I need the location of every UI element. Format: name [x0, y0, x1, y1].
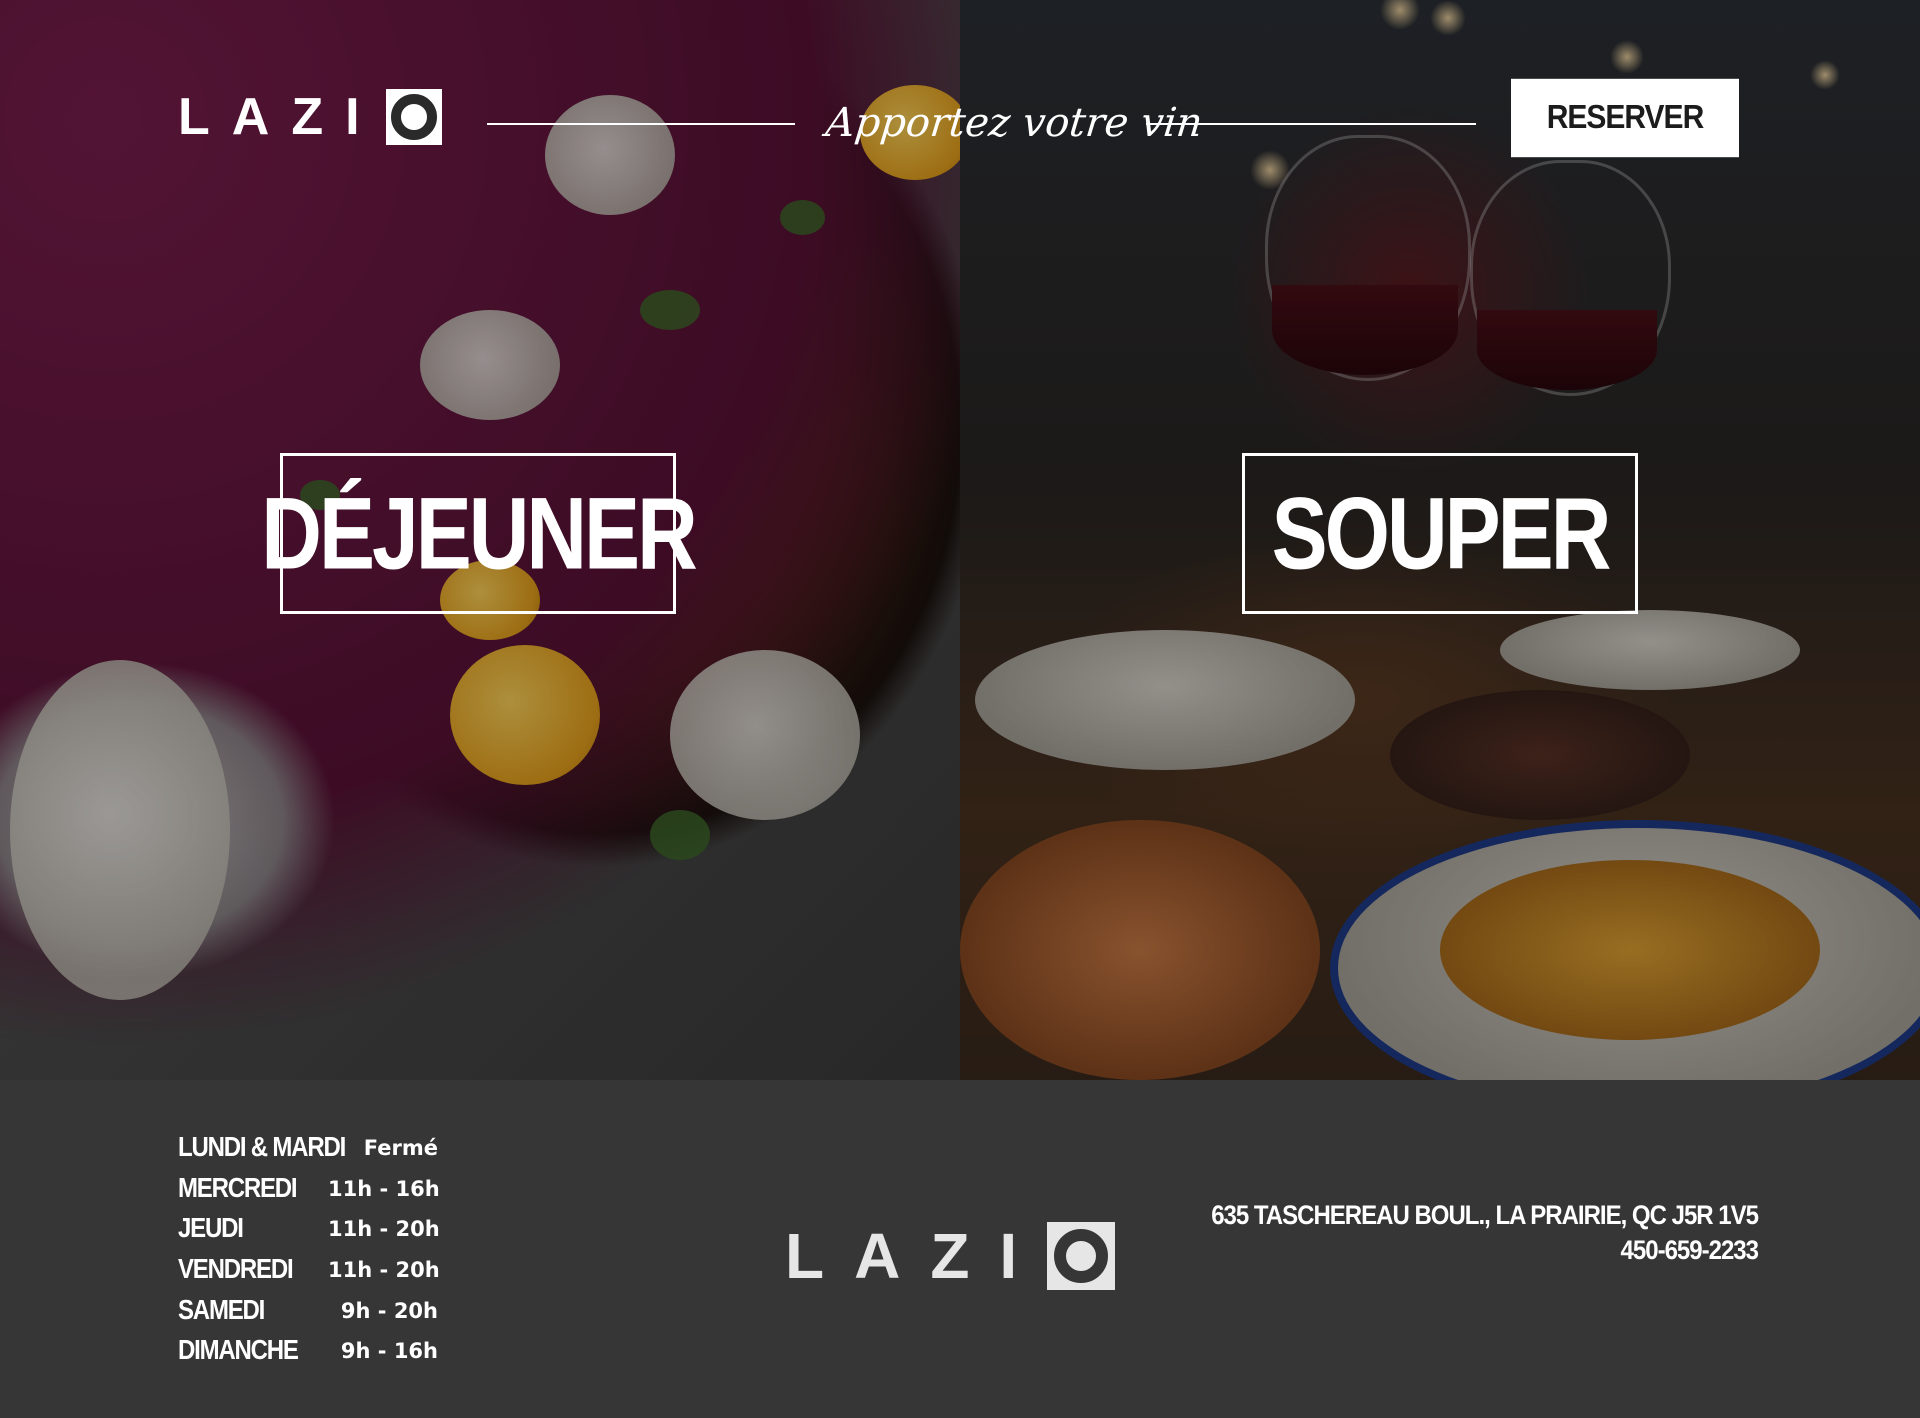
day-label: VENDREDI: [178, 1253, 294, 1286]
hours-row: SAMEDI 9h - 20h: [178, 1290, 438, 1331]
opening-hours: LUNDI & MARDI Fermé MERCREDI 11h - 16h J…: [178, 1128, 440, 1372]
footer: LUNDI & MARDI Fermé MERCREDI 11h - 16h J…: [0, 1080, 1920, 1418]
header-divider-right: [1146, 123, 1476, 125]
souper-link[interactable]: SOUPER: [1242, 453, 1638, 614]
dejeuner-link[interactable]: DÉJEUNER: [261, 453, 698, 614]
logo-text: LAZI: [785, 1220, 1048, 1292]
header-logo[interactable]: LAZI: [178, 88, 442, 146]
day-label: LUNDI & MARDI: [178, 1132, 346, 1164]
hours-row: LUNDI & MARDI Fermé: [178, 1128, 438, 1169]
time-label: 11h - 16h: [328, 1176, 440, 1201]
hours-row: JEUDI 11h - 20h: [178, 1209, 440, 1250]
day-label: DIMANCHE: [178, 1335, 299, 1367]
address[interactable]: 635 TASCHEREAU BOUL., LA PRAIRIE, QC J5R…: [1211, 1196, 1759, 1235]
reserve-button[interactable]: RESERVER: [1511, 78, 1739, 158]
hero: LAZI Apportez votre vin RESERVER DÉJEUNE…: [0, 0, 1920, 1080]
logo-mark-icon: [385, 89, 442, 145]
dejeuner-label: DÉJEUNER: [261, 475, 697, 591]
logo-mark-icon: [1047, 1222, 1116, 1290]
contact-info: 635 TASCHEREAU BOUL., LA PRAIRIE, QC J5R…: [1211, 1196, 1759, 1270]
souper-label: SOUPER: [1271, 475, 1612, 591]
logo-text: LAZI: [178, 88, 382, 146]
hours-row: VENDREDI 11h - 20h: [178, 1250, 440, 1291]
header-divider-left: [487, 123, 795, 125]
hours-row: DIMANCHE 9h - 16h: [178, 1331, 438, 1372]
tagline: Apportez votre vin: [823, 100, 1205, 146]
day-label: MERCREDI: [178, 1172, 298, 1204]
time-label: 11h - 20h: [328, 1258, 440, 1283]
time-label: 9h - 16h: [340, 1339, 438, 1364]
day-label: SAMEDI: [178, 1294, 265, 1326]
time-label: 9h - 20h: [340, 1298, 438, 1323]
footer-logo[interactable]: LAZI: [785, 1220, 1116, 1292]
hours-row: MERCREDI 11h - 16h: [178, 1169, 440, 1210]
time-label: 11h - 20h: [328, 1217, 440, 1242]
phone-number[interactable]: 450-659-2233: [1211, 1231, 1759, 1270]
day-label: JEUDI: [178, 1213, 244, 1245]
